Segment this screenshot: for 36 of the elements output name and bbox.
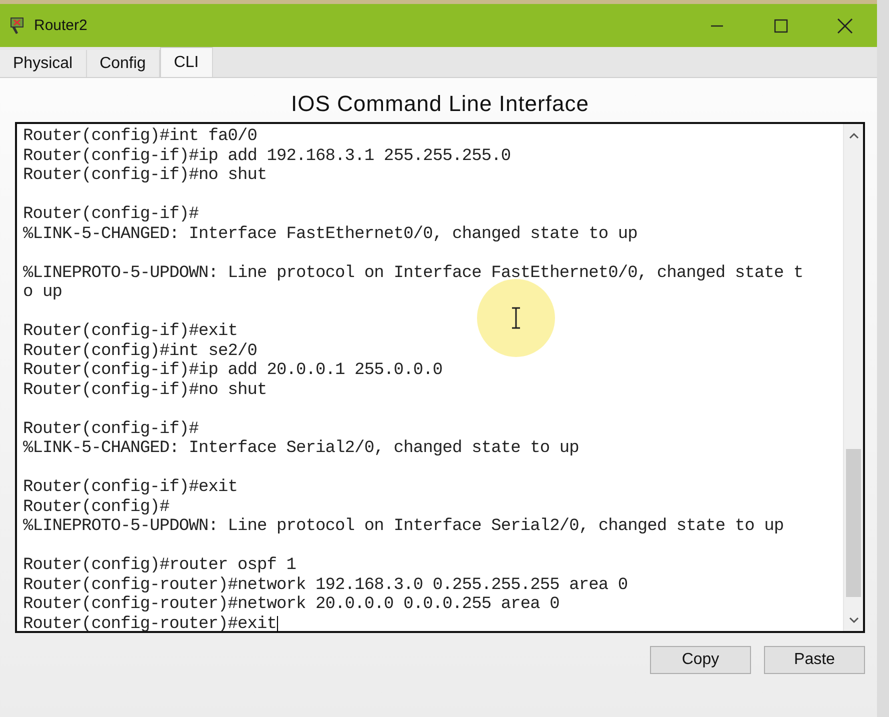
terminal-line: Router(config-if)# <box>23 420 199 439</box>
terminal-line: Router(config)#int fa0/0 <box>23 127 258 146</box>
chevron-up-icon <box>848 132 858 138</box>
terminal-line: Router(config)#router ospf 1 <box>23 556 296 576</box>
window-title: Router2 <box>34 17 88 34</box>
terminal-line: Router(config-if)#exit <box>23 322 238 342</box>
terminal-line: %LINEPROTO-5-UPDOWN: Line protocol on Interface FastEthernet0/0, changed state t <box>23 264 804 283</box>
terminal-line: Router(config-router)#exit <box>23 614 278 634</box>
minimize-icon <box>710 24 724 26</box>
scroll-thumb[interactable] <box>846 449 861 597</box>
terminal-line: Router(config)# <box>23 498 170 517</box>
terminal-line: Router(config)#int se2/0 <box>23 342 258 361</box>
terminal-line: Router(config-router)#network 192.168.3.0 0.255.255.255 area 0 <box>23 576 628 595</box>
maximize-icon <box>774 18 788 32</box>
terminal-line: %LINEPROTO-5-UPDOWN: Line protocol on Interface Serial2/0, changed state to up <box>23 517 784 536</box>
terminal-line: Router(config-router)#network 20.0.0.0 0.0.0.255 area 0 <box>23 595 560 614</box>
terminal-line: Router(config-if)# <box>23 205 199 224</box>
panel-heading: IOS Command Line Interface <box>290 90 590 118</box>
tab[interactable]: Physical <box>0 50 87 77</box>
tab[interactable]: Config <box>86 50 160 77</box>
terminal-line: Router(config-if)#ip add 20.0.0.1 255.0.0.0 <box>23 361 442 380</box>
terminal-line: Router(config-if)#exit <box>23 478 238 498</box>
terminal[interactable] <box>15 122 865 633</box>
tab[interactable]: CLI <box>160 47 213 77</box>
terminal-line: %LINK-5-CHANGED: Interface FastEthernet0/0, changed state to up <box>23 224 638 244</box>
scrollbar[interactable] <box>843 124 863 631</box>
terminal-line: Router(config-if)#ip add 192.168.3.1 255.255.255.0 <box>23 146 511 166</box>
paste-button[interactable]: Paste <box>764 646 865 674</box>
chevron-down-icon <box>848 616 858 624</box>
terminal-line: %LINK-5-CHANGED: Interface Serial2/0, changed state to up <box>23 439 579 458</box>
close-icon <box>837 18 853 34</box>
copy-button[interactable]: Copy <box>650 646 751 674</box>
text-cursor-icon <box>276 616 278 632</box>
terminal-line: o up <box>23 283 62 302</box>
terminal-line: Router(config-if)#no shut <box>23 166 267 186</box>
terminal-line: Router(config-if)#no shut <box>23 380 267 400</box>
